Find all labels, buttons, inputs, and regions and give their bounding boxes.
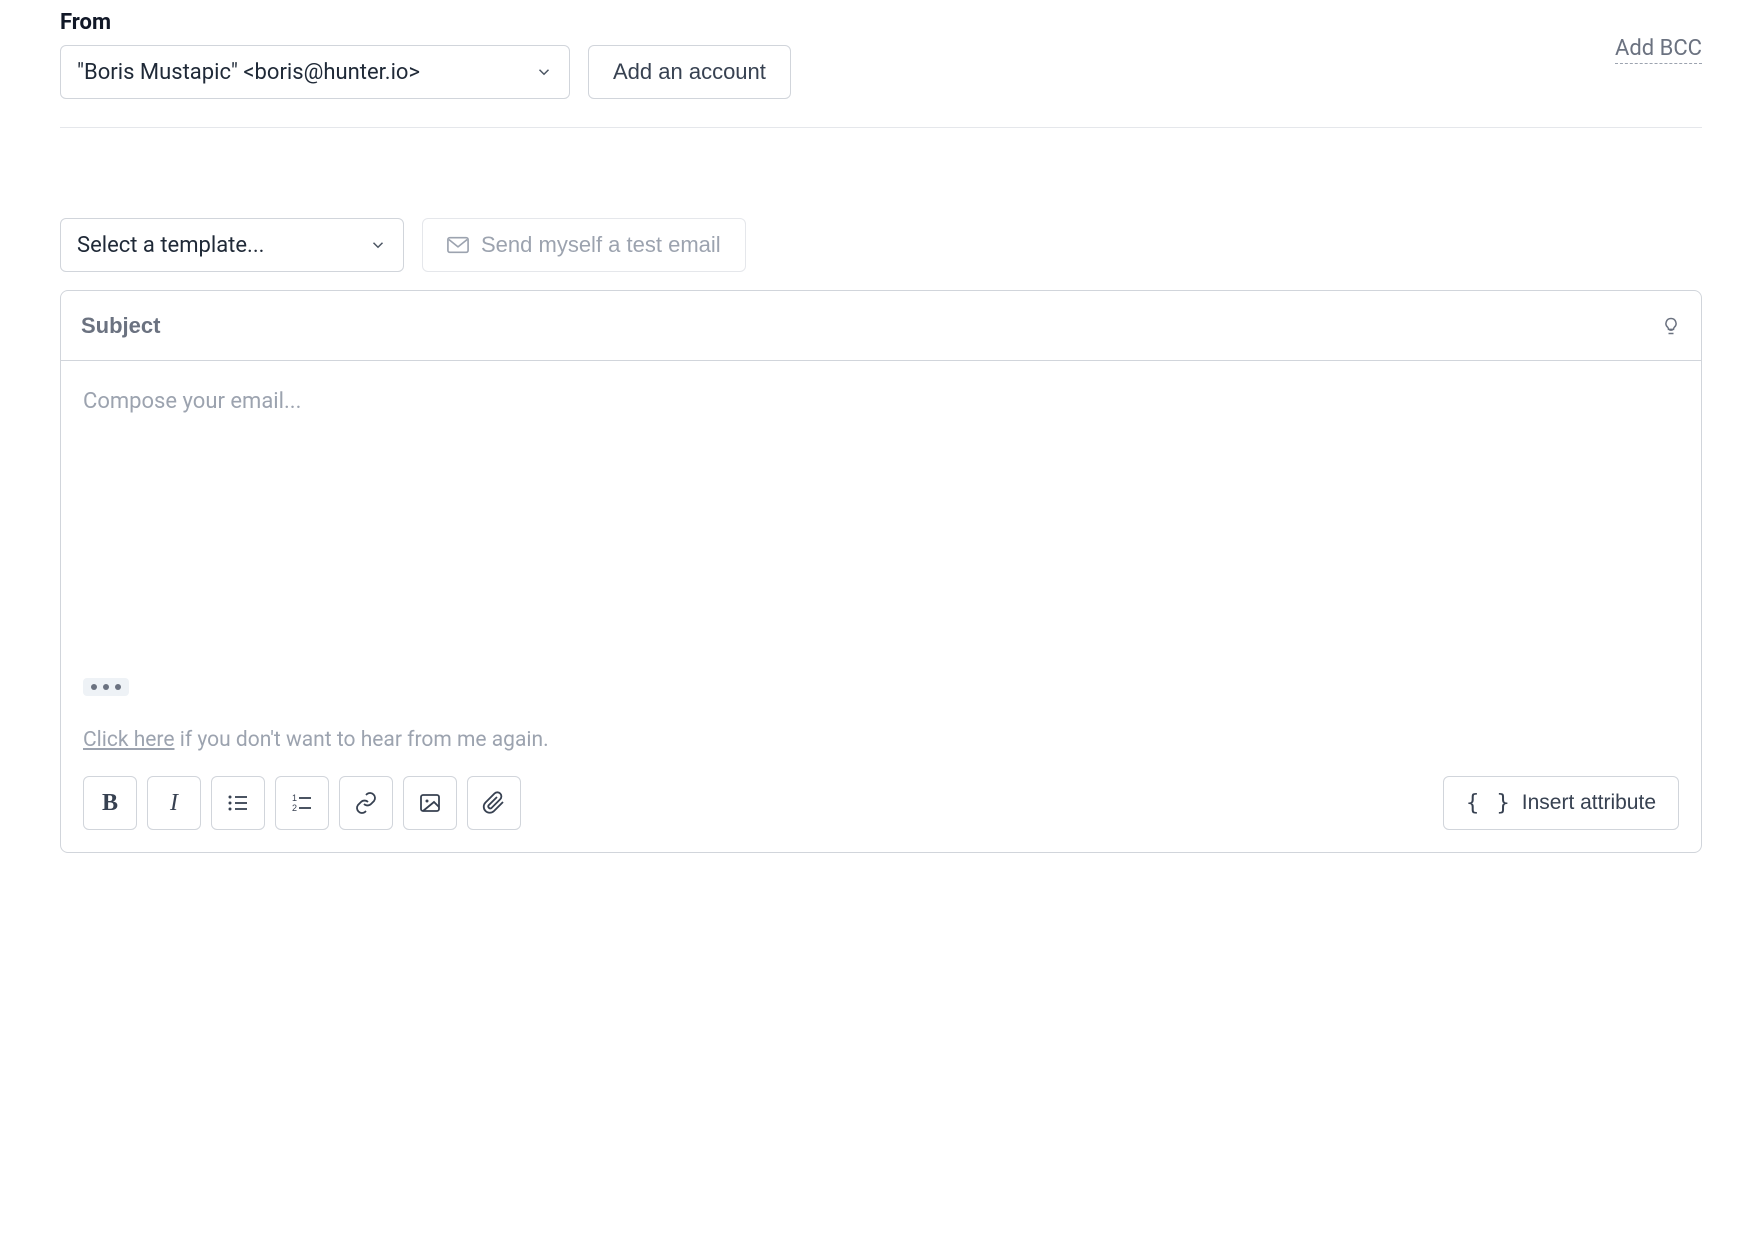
from-row: From "Boris Mustapic" <boris@hunter.io> … bbox=[60, 10, 1702, 99]
template-row: Select a template... Send myself a test … bbox=[60, 218, 1702, 272]
bold-icon: B bbox=[102, 790, 118, 817]
email-editor: Compose your email... Click here if you … bbox=[60, 290, 1702, 853]
editor-toolbar: B I 1 2 bbox=[61, 776, 1701, 852]
link-icon bbox=[354, 791, 378, 815]
italic-button[interactable]: I bbox=[147, 776, 201, 830]
mail-icon bbox=[447, 236, 469, 254]
from-selected-value: "Boris Mustapic" <boris@hunter.io> bbox=[77, 60, 420, 85]
paperclip-icon bbox=[482, 791, 506, 815]
svg-text:2: 2 bbox=[292, 803, 297, 813]
from-label: From bbox=[60, 10, 570, 35]
unsubscribe-link[interactable]: Click here bbox=[83, 728, 175, 752]
chevron-down-icon bbox=[535, 63, 553, 81]
image-icon bbox=[418, 791, 442, 815]
numbered-list-icon: 1 2 bbox=[290, 791, 314, 815]
numbered-list-button[interactable]: 1 2 bbox=[275, 776, 329, 830]
bold-button[interactable]: B bbox=[83, 776, 137, 830]
template-select[interactable]: Select a template... bbox=[60, 218, 404, 272]
send-test-label: Send myself a test email bbox=[481, 232, 721, 258]
template-select-placeholder: Select a template... bbox=[77, 233, 264, 258]
insert-attribute-button[interactable]: { } Insert attribute bbox=[1443, 776, 1679, 830]
compose-placeholder: Compose your email... bbox=[83, 389, 1679, 414]
svg-text:1: 1 bbox=[292, 793, 297, 803]
insert-attribute-label: Insert attribute bbox=[1522, 791, 1656, 815]
compose-body[interactable]: Compose your email... bbox=[61, 361, 1701, 671]
toolbar-formatting-group: B I 1 2 bbox=[83, 776, 521, 830]
send-test-email-button[interactable]: Send myself a test email bbox=[422, 218, 746, 272]
attachment-button[interactable] bbox=[467, 776, 521, 830]
add-bcc-link[interactable]: Add BCC bbox=[1615, 36, 1702, 64]
subject-input[interactable] bbox=[81, 313, 1661, 339]
subject-row bbox=[61, 291, 1701, 361]
add-account-button[interactable]: Add an account bbox=[588, 45, 791, 99]
from-group: From "Boris Mustapic" <boris@hunter.io> bbox=[60, 10, 570, 99]
signature-area bbox=[61, 671, 1701, 708]
bullet-list-icon bbox=[226, 791, 250, 815]
lightbulb-icon[interactable] bbox=[1661, 314, 1681, 338]
section-divider bbox=[60, 127, 1702, 128]
ellipsis-dot-icon bbox=[115, 684, 121, 690]
link-button[interactable] bbox=[339, 776, 393, 830]
unsubscribe-text: if you don't want to hear from me again. bbox=[175, 728, 549, 752]
italic-icon: I bbox=[170, 790, 178, 817]
image-button[interactable] bbox=[403, 776, 457, 830]
unsubscribe-line: Click here if you don't want to hear fro… bbox=[61, 708, 1701, 776]
bullet-list-button[interactable] bbox=[211, 776, 265, 830]
from-account-select[interactable]: "Boris Mustapic" <boris@hunter.io> bbox=[60, 45, 570, 99]
braces-icon: { } bbox=[1466, 791, 1512, 816]
ellipsis-dot-icon bbox=[91, 684, 97, 690]
ellipsis-dot-icon bbox=[103, 684, 109, 690]
expand-signature-button[interactable] bbox=[83, 678, 129, 696]
chevron-down-icon bbox=[369, 236, 387, 254]
